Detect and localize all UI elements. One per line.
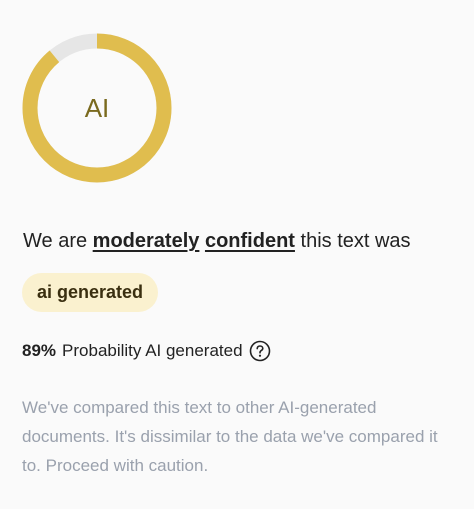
headline-prefix: We are — [23, 230, 88, 252]
probability-percent: 89% — [22, 341, 57, 360]
detection-result-panel: AI We are moderately confident this text… — [0, 0, 474, 509]
result-description: We've compared this text to other AI-gen… — [22, 398, 438, 475]
headline-emphasis-moderately: moderately — [92, 230, 200, 252]
headline-emphasis-confident: confident — [204, 230, 295, 252]
ring-label: AI — [84, 92, 110, 123]
probability-row: 89% Probability AI generated — [22, 340, 271, 362]
headline-suffix: this text was — [300, 230, 411, 252]
classification-badge: ai generated — [22, 273, 159, 312]
question-circle-icon[interactable] — [249, 340, 271, 362]
confidence-ring: AI — [22, 33, 172, 183]
probability-label: Probability AI generated — [62, 341, 243, 360]
classification-badge-label: ai generated — [37, 282, 144, 302]
confidence-headline: We are moderately confident this text wa… — [23, 230, 411, 253]
